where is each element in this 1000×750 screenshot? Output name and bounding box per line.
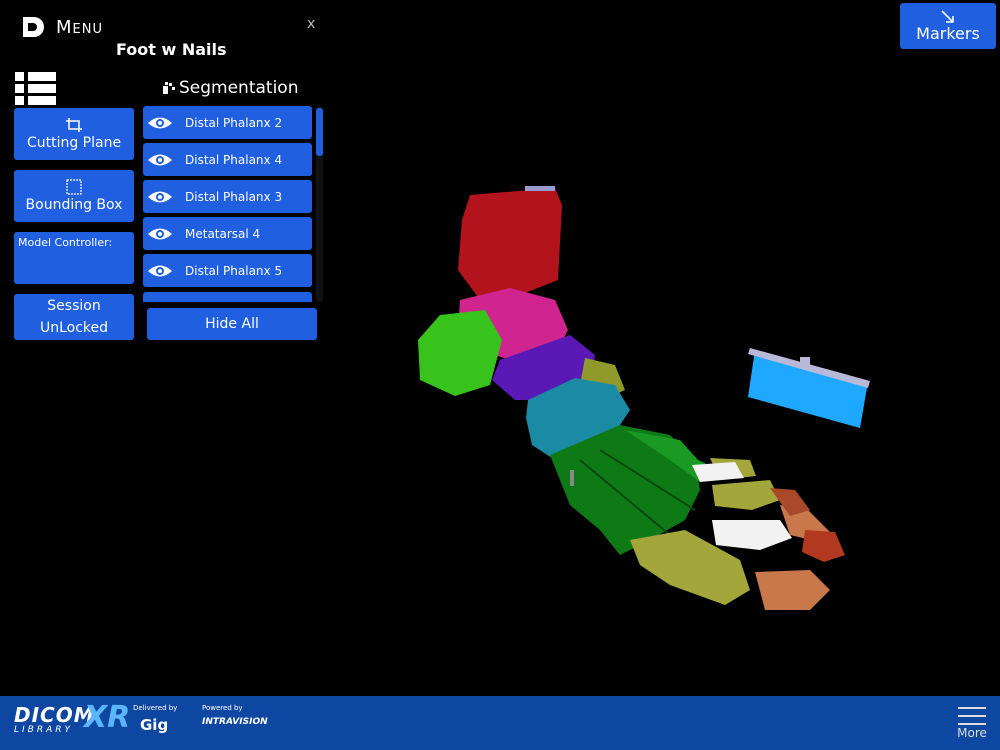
hamburger-icon [958,707,986,725]
model-controller-button[interactable]: Model Controller: [14,232,134,284]
app-logo-icon [23,17,44,37]
markers-label: Markers [916,23,980,43]
xr-logo-text: XR [84,700,131,735]
segment-label: Distal Phalanx 2 [185,115,283,130]
cutting-plane-label: Cutting Plane [26,135,122,151]
markers-button[interactable]: Markers [900,3,996,49]
dicom-logo-text: DICOM [14,703,95,727]
bounding-box-button[interactable]: Bounding Box [14,170,134,222]
segmentation-list[interactable]: Distal Phalanx 2 Distal Phalanx 4 Distal… [143,106,313,302]
more-label: More [957,726,987,740]
powered-by-label: Powered by [202,704,243,712]
session-label-line2: UnLocked [39,320,109,336]
segment-label: Distal Phalanx 5 [185,263,283,278]
segment-label: Distal Phalanx 3 [185,189,283,204]
hide-all-button[interactable]: Hide All [147,308,317,340]
cutting-plane-button[interactable]: Cutting Plane [14,108,134,160]
crop-icon [66,118,82,132]
segment-label: Distal Phalanx 4 [185,152,283,167]
delivered-by-label: Delivered by [133,704,178,712]
segment-item[interactable]: Metatarsal 4 [143,217,312,250]
eye-icon[interactable] [147,226,173,242]
menu-title: Menu [56,16,103,38]
eye-icon[interactable] [147,152,173,168]
segment-item[interactable]: Distal Phalanx 4 [143,143,312,176]
menu-header: Menu [20,12,103,42]
segment-item[interactable]: Distal Phalanx 3 [143,180,312,213]
segmentation-header: Segmentation [162,78,298,98]
segment-label: Metatarsal 4 [185,226,261,241]
more-menu-button[interactable]: More [952,702,992,746]
close-menu-button[interactable]: x [307,16,315,32]
dicom-library-logo: DICOM LIBRARY [14,705,95,735]
segment-item[interactable]: Distal Phalanx 2 [143,106,312,139]
layout-grid-icon[interactable] [14,70,58,106]
bounding-box-icon [66,179,82,195]
arrow-down-right-icon [941,9,954,23]
session-lock-button[interactable]: Session UnLocked [14,294,134,340]
segment-item-partial[interactable] [143,292,312,302]
marker-label-plate[interactable] [748,348,870,428]
bounding-box-label: Bounding Box [25,197,123,213]
session-label-line1: Session [47,298,101,314]
eye-icon[interactable] [147,115,173,131]
model-controller-label: Model Controller: [18,236,113,249]
gig-logo-text: Gig [140,716,169,734]
eye-icon[interactable] [147,189,173,205]
model-name: Foot w Nails [116,40,227,59]
intravision-logo-text: INTRAVISION [202,717,268,727]
segmentation-title: Segmentation [179,78,299,98]
segmentation-icon [163,82,175,94]
eye-icon[interactable] [147,263,173,279]
segmentation-scroll-thumb[interactable] [316,108,323,156]
3d-foot-model-viewport[interactable] [340,160,900,630]
segment-item[interactable]: Distal Phalanx 5 [143,254,312,287]
